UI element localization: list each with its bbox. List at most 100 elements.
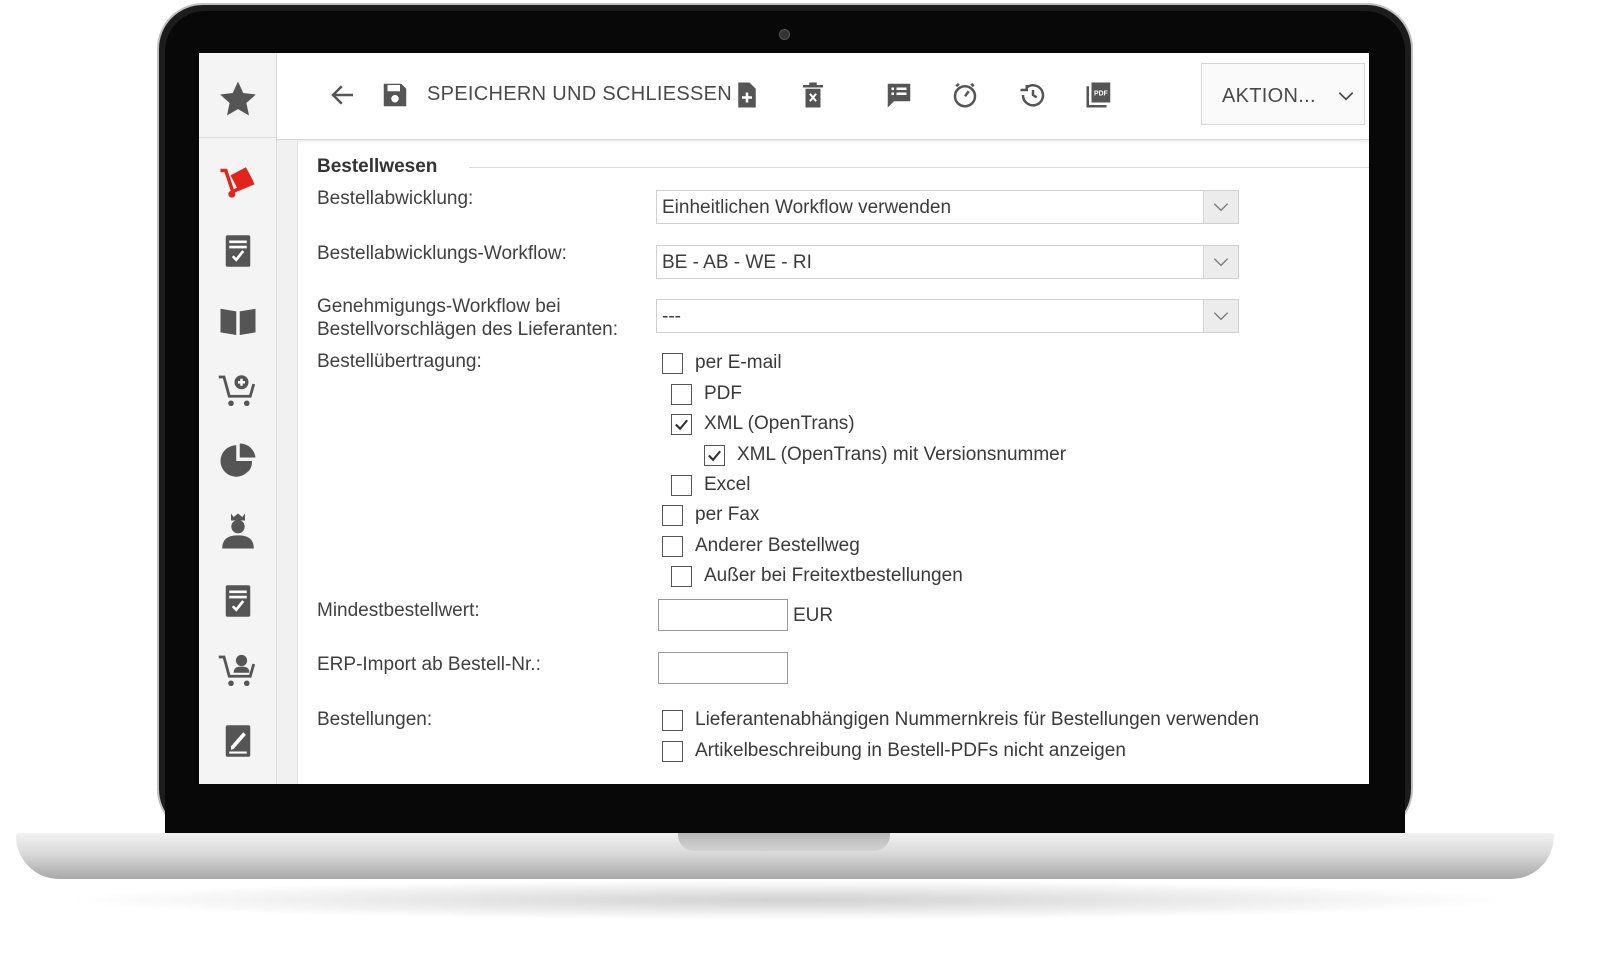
chevron-down-icon	[1213, 203, 1229, 212]
checkbox-supplier-numbering[interactable]: Lieferantenabhängigen Nummernkreis für B…	[662, 709, 1259, 731]
back-button[interactable]	[323, 75, 363, 115]
checkbox-pdf[interactable]: PDF	[671, 383, 742, 405]
pdf-export-button[interactable]: PDF	[1079, 75, 1119, 115]
checkbox-hide-description[interactable]: Artikelbeschreibung in Bestell-PDFs nich…	[662, 740, 1126, 762]
checkbox-checked[interactable]	[671, 413, 692, 435]
sidebar-item-reports[interactable]	[199, 431, 276, 491]
sidebar-item-cart-add[interactable]	[199, 361, 276, 421]
chevron-down-icon	[1213, 312, 1229, 321]
order-processing-label: Bestellabwicklung:	[317, 188, 474, 209]
checkbox[interactable]	[662, 535, 683, 557]
history-button[interactable]	[1013, 75, 1053, 115]
dropdown-toggle[interactable]	[1203, 300, 1238, 332]
currency-unit: EUR	[793, 605, 834, 626]
approval-workflow-select[interactable]: ---	[656, 299, 1239, 333]
order-processing-value: Einheitlichen Workflow verwenden	[662, 197, 952, 218]
timer-icon	[953, 82, 977, 108]
checkbox[interactable]	[671, 383, 692, 405]
order-processing-select[interactable]: Einheitlichen Workflow verwenden	[656, 190, 1239, 224]
arrow-left-icon	[331, 85, 353, 105]
checklist-document-icon	[225, 585, 250, 617]
chevron-down-icon	[1338, 92, 1354, 101]
comment-list-icon	[887, 83, 911, 108]
checkbox[interactable]	[662, 504, 683, 526]
action-menu-dropdown[interactable]: AKTION...	[1201, 63, 1365, 125]
checkbox-xml-version[interactable]: XML (OpenTrans) mit Versionsnummer	[704, 444, 1066, 466]
erp-import-label: ERP-Import ab Bestell-Nr.:	[317, 654, 541, 675]
checkbox-label: per Fax	[695, 504, 760, 525]
save-and-close-button[interactable]: SPEICHERN UND SCHLIESSEN	[427, 83, 732, 106]
checkbox[interactable]	[671, 565, 692, 587]
checkbox[interactable]	[671, 474, 692, 496]
content-margin	[277, 140, 298, 784]
section-title: Bestellwesen	[317, 156, 438, 177]
pdf-file-icon: PDF	[1086, 82, 1111, 108]
checkbox-xml-opentrans[interactable]: XML (OpenTrans)	[671, 413, 855, 435]
order-workflow-label: Bestellabwicklungs-Workflow:	[317, 243, 567, 264]
checkbox-label: Außer bei Freitextbestellungen	[704, 565, 963, 586]
checkbox-label: PDF	[704, 383, 742, 404]
checkbox-label: per E-mail	[695, 352, 782, 373]
sidebar-item-purchasing[interactable]	[199, 151, 276, 211]
sidebar-item-favorites[interactable]	[199, 69, 276, 129]
action-menu-label: AKTION...	[1222, 85, 1316, 107]
toolbar: SPEICHERN UND SCHLIESSEN PDF AKTION...	[277, 53, 1369, 140]
hand-truck-icon	[220, 167, 254, 198]
sidebar-item-orders[interactable]	[199, 221, 276, 281]
dropdown-toggle[interactable]	[1203, 191, 1238, 223]
checkbox-other-method[interactable]: Anderer Bestellweg	[662, 535, 860, 557]
section-divider	[469, 167, 1369, 168]
delete-button[interactable]	[795, 75, 831, 115]
min-order-label: Mindestbestellwert:	[317, 600, 480, 621]
checkbox-label: Excel	[704, 474, 751, 495]
notes-button[interactable]	[879, 75, 919, 115]
checkbox[interactable]	[662, 740, 683, 762]
timer-button[interactable]	[945, 75, 985, 115]
sidebar-item-admin[interactable]	[199, 501, 276, 561]
approval-workflow-label-line2: Bestellvorschlägen des Lieferanten:	[317, 319, 619, 340]
cart-add-icon	[218, 375, 255, 407]
app-screen: SPEICHERN UND SCHLIESSEN PDF AKTION... B…	[199, 53, 1369, 784]
checkbox[interactable]	[662, 352, 683, 374]
floppy-disk-icon	[383, 83, 407, 107]
cart-user-icon	[218, 654, 255, 687]
sidebar-item-catalog[interactable]	[199, 291, 276, 351]
checkmark-icon	[708, 450, 721, 461]
checkbox-excel[interactable]: Excel	[671, 474, 750, 496]
approval-workflow-label: Genehmigungs-Workflow bei Bestellvorschl…	[317, 295, 618, 341]
history-icon	[1020, 84, 1045, 107]
laptop-shadow	[60, 880, 1520, 920]
min-order-input[interactable]	[658, 599, 788, 631]
save-icon-button[interactable]	[377, 75, 413, 115]
order-workflow-select[interactable]: BE - AB - WE - RI	[656, 245, 1239, 279]
sidebar-item-cart-user[interactable]	[199, 641, 276, 701]
star-icon	[219, 81, 256, 116]
checkbox-label: Artikelbeschreibung in Bestell-PDFs nich…	[695, 740, 1126, 761]
pie-chart-icon	[220, 443, 255, 477]
webcam	[779, 29, 790, 40]
sidebar-item-approvals[interactable]	[199, 571, 276, 631]
checkbox-except-freetext[interactable]: Außer bei Freitextbestellungen	[671, 565, 963, 587]
edit-document-icon	[225, 725, 250, 757]
checkbox-email[interactable]: per E-mail	[662, 352, 782, 374]
checkbox-checked[interactable]	[704, 444, 725, 466]
sidebar	[199, 53, 277, 784]
laptop-notch	[678, 833, 890, 851]
erp-import-input[interactable]	[658, 652, 788, 684]
checklist-document-icon	[225, 235, 250, 267]
new-document-button[interactable]	[729, 75, 765, 115]
open-book-icon	[220, 308, 255, 335]
sidebar-divider	[199, 137, 276, 138]
file-plus-icon	[738, 82, 756, 108]
sidebar-item-documents[interactable]	[199, 711, 276, 771]
checkbox-fax[interactable]: per Fax	[662, 504, 759, 526]
orders-label: Bestellungen:	[317, 709, 433, 730]
checkbox[interactable]	[662, 709, 683, 731]
approval-workflow-value: ---	[662, 306, 681, 327]
chevron-down-icon	[1213, 258, 1229, 267]
checkbox-label: XML (OpenTrans) mit Versionsnummer	[737, 444, 1067, 465]
order-workflow-value: BE - AB - WE - RI	[662, 252, 812, 273]
approval-workflow-label-line1: Genehmigungs-Workflow bei	[317, 296, 561, 317]
dropdown-toggle[interactable]	[1203, 246, 1238, 278]
svg-text:PDF: PDF	[1094, 91, 1108, 98]
